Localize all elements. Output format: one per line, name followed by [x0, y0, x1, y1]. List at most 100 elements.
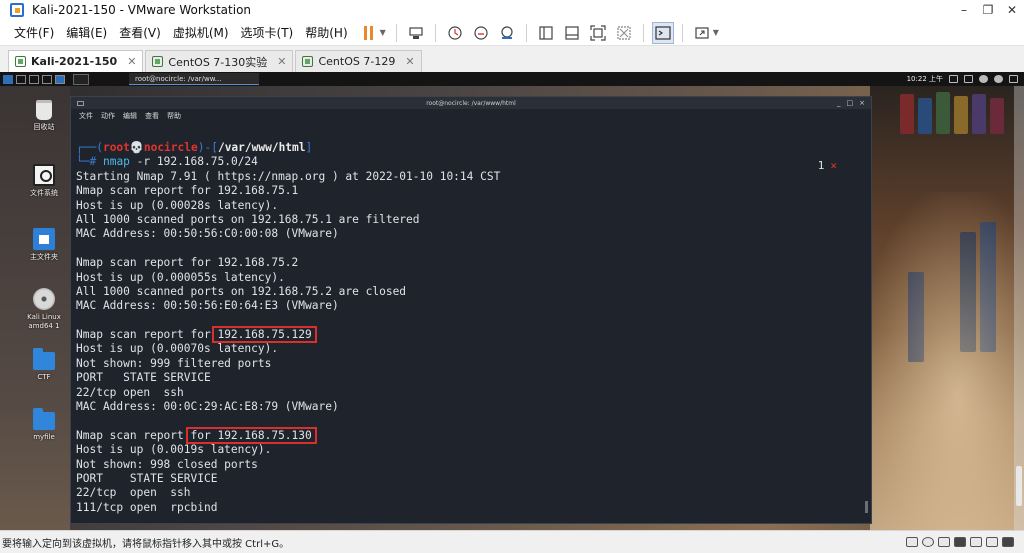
terminal-menu-actions[interactable]: 动作	[101, 111, 115, 121]
usb-controller-icon[interactable]	[954, 537, 966, 547]
output-line: MAC Address: 00:0C:29:AC:E8:79 (VMware)	[76, 400, 339, 414]
command-args: -r 192.168.75.0/24	[129, 155, 258, 169]
thumbnail-view-icon[interactable]	[561, 22, 583, 44]
toolbar-separator	[525, 23, 527, 42]
folder-icon	[33, 408, 55, 430]
terminal-window[interactable]: root@nocircle: /var/www/html _ □ × 文件 动作…	[70, 96, 872, 524]
cd-dvd-icon[interactable]	[922, 537, 934, 547]
menu-view[interactable]: 查看(V)	[113, 22, 167, 44]
taskbar-terminal-item[interactable]: root@nocircle: /var/ww...	[129, 73, 259, 85]
output-text: Nmap scan report for	[76, 328, 218, 342]
sidebar-view-icon[interactable]	[535, 22, 557, 44]
terminal-menu-view[interactable]: 查看	[145, 111, 159, 121]
vm-scrollbar[interactable]	[1014, 86, 1024, 530]
fullscreen-icon[interactable]	[691, 22, 713, 44]
tab-centos-7-129[interactable]: CentOS 7-129 ✕	[295, 50, 422, 72]
output-text: Nmap scan report	[76, 428, 191, 442]
wallpaper-book	[972, 94, 986, 134]
console-view-icon[interactable]	[651, 21, 674, 44]
wallpaper-book	[990, 98, 1004, 134]
network-adapter-icon[interactable]	[938, 537, 950, 547]
desktop-icon-home[interactable]: 主文件夹	[22, 228, 66, 262]
output-line: All 1000 scanned ports on 192.168.75.1 a…	[76, 212, 420, 226]
desktop-icon-trash[interactable]: 回收站	[22, 100, 66, 132]
restore-button[interactable]: ❐	[976, 0, 1000, 20]
terminal-scrollbar[interactable]	[865, 501, 868, 513]
send-ctrl-alt-del-icon[interactable]	[405, 22, 427, 44]
terminal-launcher-icon[interactable]	[42, 74, 52, 84]
highlight-box: 192.168.75.129	[212, 326, 317, 344]
vm-display[interactable]: root@nocircle: /var/ww... 10:22 上午 回收站 文…	[0, 72, 1024, 530]
terminal-menu-file[interactable]: 文件	[79, 111, 93, 121]
pause-icon[interactable]	[358, 22, 380, 44]
fullscreen-dropdown-icon[interactable]: ▼	[713, 28, 719, 37]
exit-status: 1 ✕	[818, 159, 837, 172]
sound-card-icon[interactable]	[970, 537, 982, 547]
kali-menu-icon[interactable]	[3, 74, 13, 84]
unity-icon[interactable]	[613, 22, 635, 44]
pause-dropdown-icon[interactable]: ▼	[380, 28, 386, 37]
output-line: 111/tcp open rpcbind	[76, 500, 218, 514]
filesystem-icon	[33, 164, 55, 186]
snapshot-icon[interactable]	[444, 22, 466, 44]
output-line-highlight-130: Nmap scan report for 192.168.75.130	[76, 426, 871, 444]
vm-scrollbar-thumb[interactable]	[1016, 466, 1022, 506]
output-line: Not shown: 998 closed ports	[76, 457, 258, 471]
notification-icon[interactable]	[979, 75, 988, 83]
prompt-line-2: └─# nmap -r 192.168.75.0/24	[76, 155, 871, 169]
folder-icon	[33, 348, 55, 370]
output-line: MAC Address: 00:50:56:E0:64:E3 (VMware)	[76, 299, 339, 313]
desktop-icon-label: CTF	[37, 373, 51, 381]
file-manager-icon[interactable]	[29, 74, 39, 84]
menu-help[interactable]: 帮助(H)	[299, 22, 353, 44]
terminal-menu-edit[interactable]: 编辑	[123, 111, 137, 121]
revert-snapshot-icon[interactable]	[470, 22, 492, 44]
desktop-icon-disc[interactable]: Kali Linux amd64 1	[22, 288, 66, 331]
terminal-menu-bar: 文件 动作 编辑 查看 帮助	[71, 109, 871, 123]
menu-file[interactable]: 文件(F)	[8, 22, 60, 44]
close-button[interactable]: ✕	[1000, 0, 1024, 20]
tab-kali-2021-150[interactable]: Kali-2021-150 ✕	[8, 50, 144, 72]
desktop-icon-filesystem[interactable]: 文件系统	[22, 164, 66, 198]
wallpaper-book	[954, 96, 968, 134]
display-icon[interactable]	[949, 75, 958, 83]
browser-launcher-icon[interactable]	[55, 74, 65, 84]
menu-tabs[interactable]: 选项卡(T)	[235, 22, 300, 44]
disc-icon	[33, 288, 55, 310]
home-folder-icon	[33, 228, 55, 250]
desktop-icon-ctf[interactable]: CTF	[22, 348, 66, 382]
toolbar-separator	[681, 23, 683, 42]
kali-top-panel: root@nocircle: /var/ww... 10:22 上午	[0, 72, 1024, 86]
output-line: All 1000 scanned ports on 192.168.75.2 a…	[76, 284, 407, 298]
display-device-icon[interactable]	[1002, 537, 1014, 547]
volume-icon[interactable]	[964, 75, 973, 83]
tab-close-icon[interactable]: ✕	[127, 55, 136, 68]
terminal-title-bar[interactable]: root@nocircle: /var/www/html _ □ ×	[71, 97, 871, 109]
menu-edit[interactable]: 编辑(E)	[60, 22, 113, 44]
output-line: Host is up (0.0019s latency).	[76, 443, 272, 457]
desktop-icon-myfile[interactable]: myfile	[22, 408, 66, 442]
panel-clock[interactable]: 10:22 上午	[907, 74, 943, 84]
terminal-menu-help[interactable]: 帮助	[167, 111, 181, 121]
vm-tab-icon	[152, 56, 164, 67]
wallpaper-book	[918, 98, 932, 134]
fit-guest-icon[interactable]	[587, 22, 609, 44]
hard-disk-icon[interactable]	[906, 537, 918, 547]
command-binary: nmap	[102, 155, 130, 169]
output-line: PORT STATE SERVICE	[76, 371, 211, 385]
printer-icon[interactable]	[986, 537, 998, 547]
workspace-switcher[interactable]	[73, 73, 89, 85]
terminal-output[interactable]: ┌──(root💀nocircle)-[/var/www/html] └─# n…	[71, 123, 871, 515]
output-line: Starting Nmap 7.91 ( https://nmap.org ) …	[76, 169, 501, 183]
power-icon[interactable]	[994, 75, 1003, 83]
tab-close-icon[interactable]: ✕	[405, 55, 414, 68]
prompt-hash: #	[89, 155, 103, 169]
menu-vm[interactable]: 虚拟机(M)	[167, 22, 235, 44]
network-icon[interactable]	[1009, 75, 1018, 83]
show-desktop-icon[interactable]	[16, 74, 26, 84]
tab-centos-7-130[interactable]: CentOS 7-130实验 ✕	[145, 50, 294, 72]
minimize-button[interactable]: –	[952, 0, 976, 20]
snapshot-manager-icon[interactable]	[496, 22, 518, 44]
tab-close-icon[interactable]: ✕	[277, 55, 286, 68]
